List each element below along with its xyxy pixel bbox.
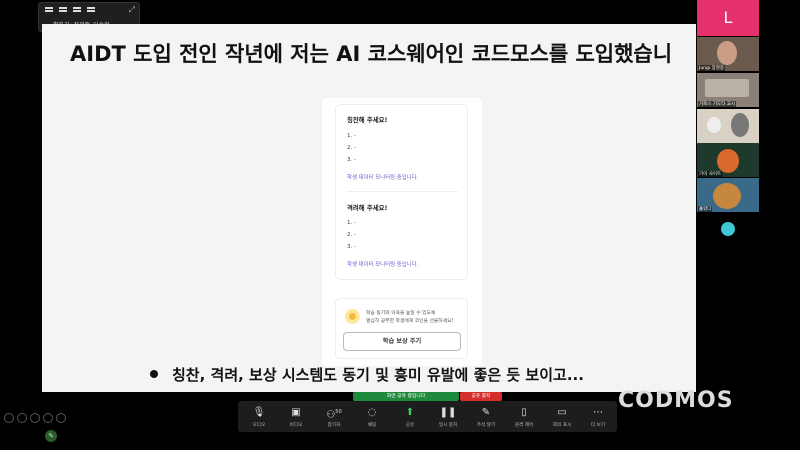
floating-control-dot[interactable] bbox=[721, 222, 735, 236]
pen-icon[interactable]: ✎ bbox=[45, 430, 57, 442]
participant-face bbox=[717, 41, 737, 65]
encourage-item: 2. - bbox=[347, 232, 357, 238]
tool-icon[interactable] bbox=[56, 413, 66, 423]
participants-icon: ⚇50 bbox=[326, 409, 342, 421]
chat-button[interactable]: ◌ 채팅 bbox=[353, 401, 391, 432]
microphone-icon: 🎙 bbox=[252, 407, 266, 418]
remote-control-label: 원격 제어 bbox=[514, 423, 534, 428]
praise-heading: 칭찬해 주세요! bbox=[347, 116, 388, 124]
reward-description: 열심히 공부한 학생에게 코인을 선물하세요! bbox=[366, 319, 454, 324]
share-screen-icon: ⬆ bbox=[405, 407, 415, 418]
whiteboard-label: 회의 표시 bbox=[552, 423, 572, 428]
participant-tile[interactable]: Jungi 장명중 bbox=[697, 37, 759, 71]
video-label: 비디오 bbox=[289, 423, 303, 428]
participant-name: 기이 사이트 bbox=[698, 171, 723, 177]
audio-button[interactable]: 🎙 오디오 bbox=[240, 401, 278, 432]
encourage-item: 1. - bbox=[347, 220, 357, 226]
pause-share-icon: ❚❚ bbox=[439, 407, 457, 418]
participant-tile[interactable]: 흘렀다 bbox=[697, 178, 759, 212]
share-button[interactable]: ⬆ 공유 bbox=[391, 401, 429, 432]
pause-label: 일시 중지 bbox=[438, 423, 458, 428]
participant-tile[interactable]: 기이 사이트 bbox=[697, 143, 759, 177]
whiteboard-icon: ▭ bbox=[557, 407, 567, 418]
fox-avatar-icon bbox=[717, 149, 739, 173]
avatar-character-icon bbox=[731, 113, 749, 137]
slide-bullet: 칭찬, 격려, 보상 시스템도 동기 및 흥미 유발에 좋은 듯 보이고... bbox=[150, 364, 670, 385]
annotation-tools[interactable] bbox=[4, 413, 66, 423]
more-label: 더 보기 bbox=[590, 423, 606, 428]
pause-share-button[interactable]: ❚❚ 일시 중지 bbox=[429, 401, 467, 432]
avatar-initial: L bbox=[723, 8, 733, 27]
chat-icon: ◌ bbox=[367, 407, 377, 418]
whiteboard-button[interactable]: ▭ 회의 표시 bbox=[543, 401, 581, 432]
praise-monitor-status: 학생 데이터 모니터링 중입니다. bbox=[347, 175, 419, 181]
slide-title: AIDT 도입 전인 작년에 저는 AI 코스웨어인 코드모스를 도입했습니 bbox=[70, 42, 673, 66]
praise-encourage-section: 칭찬해 주세요! 1. - 2. - 3. - 학생 데이터 모니터링 중입니다… bbox=[335, 104, 468, 280]
participant-count: 50 bbox=[335, 409, 342, 415]
shared-slide: AIDT 도입 전인 작년에 저는 AI 코스웨어인 코드모스를 도입했습니 칭… bbox=[42, 24, 696, 392]
view-toggle-icons[interactable] bbox=[45, 7, 95, 12]
remote-control-button[interactable]: ▯ 원격 제어 bbox=[505, 401, 543, 432]
more-button[interactable]: ⋯ 더 보기 bbox=[579, 401, 617, 432]
tool-icon[interactable] bbox=[4, 413, 14, 423]
participants-button[interactable]: ⚇50 참가자 bbox=[315, 401, 353, 432]
section-divider bbox=[347, 191, 458, 192]
brand-watermark: CODMOS bbox=[618, 388, 734, 413]
share-label: 공유 bbox=[405, 423, 415, 428]
participant-name: 기로스 기도타 교시 bbox=[698, 101, 736, 107]
audio-label: 오디오 bbox=[252, 423, 266, 428]
avatar-character-icon bbox=[707, 117, 721, 133]
participant-tile[interactable]: 기로스 기도타 교시 bbox=[697, 73, 759, 107]
encourage-heading: 격려해 주세요! bbox=[347, 204, 388, 212]
coin-icon bbox=[345, 309, 360, 324]
expand-icon[interactable]: ⤢ bbox=[129, 5, 135, 15]
stop-sharing-button[interactable]: 공유 중지 bbox=[460, 392, 502, 401]
participants-label: 참가자 bbox=[327, 423, 341, 428]
praise-item: 1. - bbox=[347, 133, 357, 139]
reward-section: 학습 동기와 의욕을 높일 수 있도록 열심히 공부한 학생에게 코인을 선물하… bbox=[335, 298, 468, 359]
praise-item: 2. - bbox=[347, 145, 357, 151]
participant-name: Jungi 장명중 bbox=[698, 65, 725, 71]
chat-label: 채팅 bbox=[367, 423, 377, 428]
reward-description: 학습 동기와 의욕을 높일 수 있도록 bbox=[366, 311, 436, 316]
self-video-tile[interactable]: L bbox=[697, 0, 759, 36]
encourage-item: 3. - bbox=[347, 244, 357, 250]
screen-sharing-badge: 화면 공유 중입니다 bbox=[353, 392, 459, 401]
annotate-icon: ✎ bbox=[481, 407, 491, 418]
give-reward-button[interactable]: 학습 보상 주기 bbox=[343, 332, 461, 351]
annotate-label: 주석 달기 bbox=[476, 423, 496, 428]
meeting-toolbar: 🎙 오디오 ▣ 비디오 ⚇50 참가자 ◌ 채팅 ⬆ 공유 ❚❚ 일시 중지 ✎… bbox=[238, 401, 617, 432]
video-button[interactable]: ▣ 비디오 bbox=[277, 401, 315, 432]
tool-icon[interactable] bbox=[30, 413, 40, 423]
participant-tile[interactable] bbox=[697, 109, 759, 143]
video-conference-window: ⤢ 활하기: 장광중_이승협 AIDT 도입 전인 작년에 저는 AI 코스웨어… bbox=[0, 0, 800, 450]
participant-video bbox=[705, 79, 749, 97]
annotate-button[interactable]: ✎ 주석 달기 bbox=[467, 401, 505, 432]
more-icon: ⋯ bbox=[593, 407, 603, 418]
praise-item: 3. - bbox=[347, 157, 357, 163]
tool-icon[interactable] bbox=[43, 413, 53, 423]
tool-icon[interactable] bbox=[17, 413, 27, 423]
encourage-monitor-status: 학생 데이터 모니터링 중입니다. bbox=[347, 262, 419, 268]
character-avatar-icon bbox=[713, 183, 741, 209]
feedback-card: 칭찬해 주세요! 1. - 2. - 3. - 학생 데이터 모니터링 중입니다… bbox=[322, 98, 482, 366]
remote-control-icon: ▯ bbox=[521, 407, 527, 418]
participant-name: 흘렀다 bbox=[698, 206, 713, 212]
video-camera-icon: ▣ bbox=[291, 407, 301, 418]
